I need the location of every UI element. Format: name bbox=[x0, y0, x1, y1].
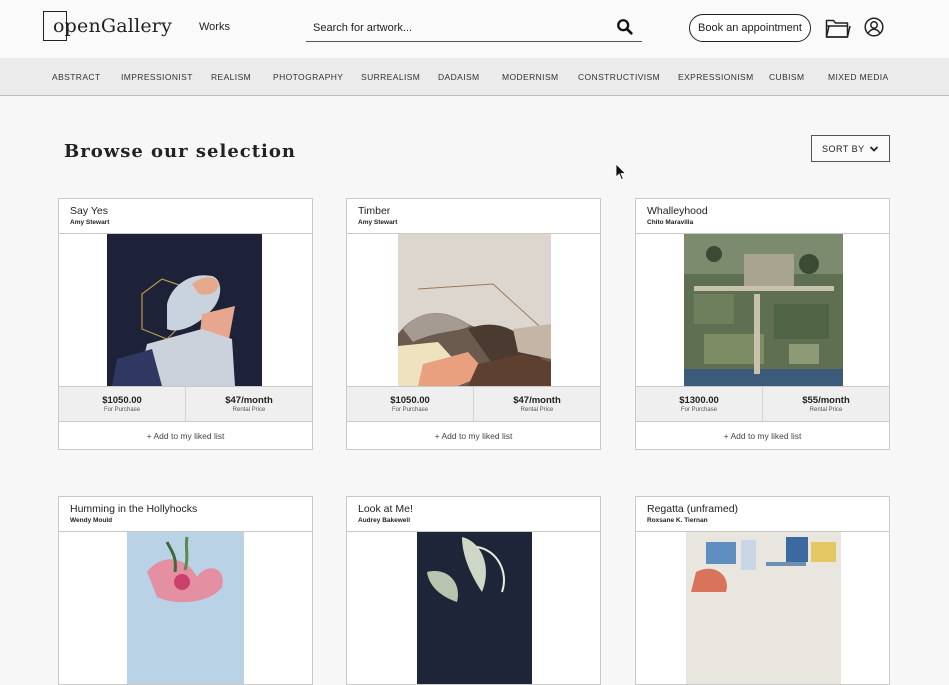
artwork-artist: Chito Maravilla bbox=[647, 219, 694, 226]
purchase-price-label: For Purchase bbox=[680, 407, 717, 413]
logo-text: openGallery bbox=[53, 15, 173, 37]
add-to-liked-list-button[interactable]: + Add to my liked list bbox=[636, 421, 889, 449]
artwork-artist: Audrey Bakewell bbox=[358, 517, 411, 524]
rental-price: $47/month bbox=[225, 395, 273, 406]
category-impressionist[interactable]: IMPRESSIONIST bbox=[121, 72, 193, 82]
artwork-artist: Roxsane K. Tiernan bbox=[647, 517, 708, 524]
artwork-title: Humming in the Hollyhocks bbox=[70, 503, 198, 515]
artwork-image[interactable] bbox=[59, 532, 312, 684]
add-to-liked-list-button[interactable]: + Add to my liked list bbox=[347, 421, 600, 449]
search-icon[interactable] bbox=[616, 18, 634, 36]
card-header: Say Yes Amy Stewart bbox=[59, 199, 312, 234]
category-bar: ABSTRACT IMPRESSIONIST REALISM PHOTOGRAP… bbox=[0, 58, 949, 96]
category-cubism[interactable]: CUBISM bbox=[769, 72, 804, 82]
rental-price-cell: $55/month Rental Price bbox=[762, 387, 889, 421]
card-header: Timber Amy Stewart bbox=[347, 199, 600, 234]
sort-by-label: SORT BY bbox=[822, 143, 865, 154]
logo[interactable]: openGallery bbox=[43, 11, 172, 41]
page-title: Browse our selection bbox=[64, 141, 296, 162]
card-header: Whalleyhood Chito Maravilla bbox=[636, 199, 889, 234]
artwork-title: Regatta (unframed) bbox=[647, 503, 739, 515]
category-dadaism[interactable]: DADAISM bbox=[438, 72, 480, 82]
category-modernism[interactable]: MODERNISM bbox=[502, 72, 559, 82]
purchase-price-cell: $1050.00 For Purchase bbox=[59, 387, 185, 421]
price-row: $1050.00 For Purchase $47/month Rental P… bbox=[59, 386, 312, 421]
folder-icon[interactable] bbox=[825, 17, 851, 39]
card-header: Look at Me! Audrey Bakewell bbox=[347, 497, 600, 532]
artwork-artist: Wendy Mould bbox=[70, 517, 113, 524]
artwork-image[interactable] bbox=[636, 532, 889, 684]
purchase-price-cell: $1300.00 For Purchase bbox=[636, 387, 762, 421]
rental-price-label: Rental Price bbox=[232, 407, 266, 413]
artwork-artist: Amy Stewart bbox=[70, 219, 110, 226]
artwork-artist: Amy Stewart bbox=[358, 219, 398, 226]
card-header: Regatta (unframed) Roxsane K. Tiernan bbox=[636, 497, 889, 532]
purchase-price-label: For Purchase bbox=[391, 407, 428, 413]
nav-works-link[interactable]: Works bbox=[199, 21, 230, 33]
artwork-whalleyhood-image bbox=[684, 234, 843, 386]
price-row: $1300.00 For Purchase $55/month Rental P… bbox=[636, 386, 889, 421]
category-constructivism[interactable]: CONSTRUCTIVISM bbox=[578, 72, 660, 82]
rental-price: $55/month bbox=[802, 395, 850, 406]
artwork-say-yes-image bbox=[107, 234, 262, 386]
search-input[interactable] bbox=[313, 19, 603, 37]
category-realism[interactable]: REALISM bbox=[211, 72, 251, 82]
artwork-image[interactable] bbox=[347, 532, 600, 684]
top-header: openGallery Works Book an appointment bbox=[0, 0, 949, 58]
chevron-down-icon bbox=[869, 146, 879, 152]
artwork-title: Look at Me! bbox=[358, 503, 413, 515]
rental-price: $47/month bbox=[513, 395, 561, 406]
artwork-image[interactable] bbox=[347, 234, 600, 386]
category-surrealism[interactable]: SURREALISM bbox=[361, 72, 420, 82]
add-to-liked-list-button[interactable]: + Add to my liked list bbox=[59, 421, 312, 449]
purchase-price-label: For Purchase bbox=[103, 407, 140, 413]
artwork-title: Whalleyhood bbox=[647, 205, 708, 217]
artwork-card[interactable]: Timber Amy Stewart $1050.00 For Purchase… bbox=[346, 198, 601, 450]
artwork-title: Timber bbox=[358, 205, 391, 217]
search-bar bbox=[306, 14, 642, 42]
artwork-title: Say Yes bbox=[70, 205, 108, 217]
artwork-regatta-image bbox=[686, 532, 841, 684]
artwork-image[interactable] bbox=[59, 234, 312, 386]
artwork-look-at-me-image bbox=[417, 532, 532, 684]
artwork-card[interactable]: Say Yes Amy Stewart $1050.00 For Purchas… bbox=[58, 198, 313, 450]
purchase-price: $1300.00 bbox=[679, 395, 719, 406]
artwork-timber-image bbox=[398, 234, 551, 386]
purchase-price: $1050.00 bbox=[390, 395, 430, 406]
rental-price-cell: $47/month Rental Price bbox=[185, 387, 312, 421]
category-expressionism[interactable]: EXPRESSIONISM bbox=[678, 72, 754, 82]
rental-price-label: Rental Price bbox=[520, 407, 554, 413]
rental-price-label: Rental Price bbox=[809, 407, 843, 413]
price-row: $1050.00 For Purchase $47/month Rental P… bbox=[347, 386, 600, 421]
rental-price-cell: $47/month Rental Price bbox=[473, 387, 600, 421]
card-header: Humming in the Hollyhocks Wendy Mould bbox=[59, 497, 312, 532]
artwork-hollyhocks-image bbox=[127, 532, 244, 684]
purchase-price: $1050.00 bbox=[102, 395, 142, 406]
category-photography[interactable]: PHOTOGRAPHY bbox=[273, 72, 343, 82]
artwork-image[interactable] bbox=[636, 234, 889, 386]
book-appointment-button[interactable]: Book an appointment bbox=[689, 14, 811, 42]
purchase-price-cell: $1050.00 For Purchase bbox=[347, 387, 473, 421]
user-account-icon[interactable] bbox=[864, 17, 884, 37]
category-abstract[interactable]: ABSTRACT bbox=[52, 72, 101, 82]
category-mixed-media[interactable]: MIXED MEDIA bbox=[828, 72, 889, 82]
mouse-cursor-icon bbox=[615, 163, 627, 181]
sort-by-button[interactable]: SORT BY bbox=[811, 135, 890, 162]
artwork-card[interactable]: Whalleyhood Chito Maravilla $1300.00 For… bbox=[635, 198, 890, 450]
